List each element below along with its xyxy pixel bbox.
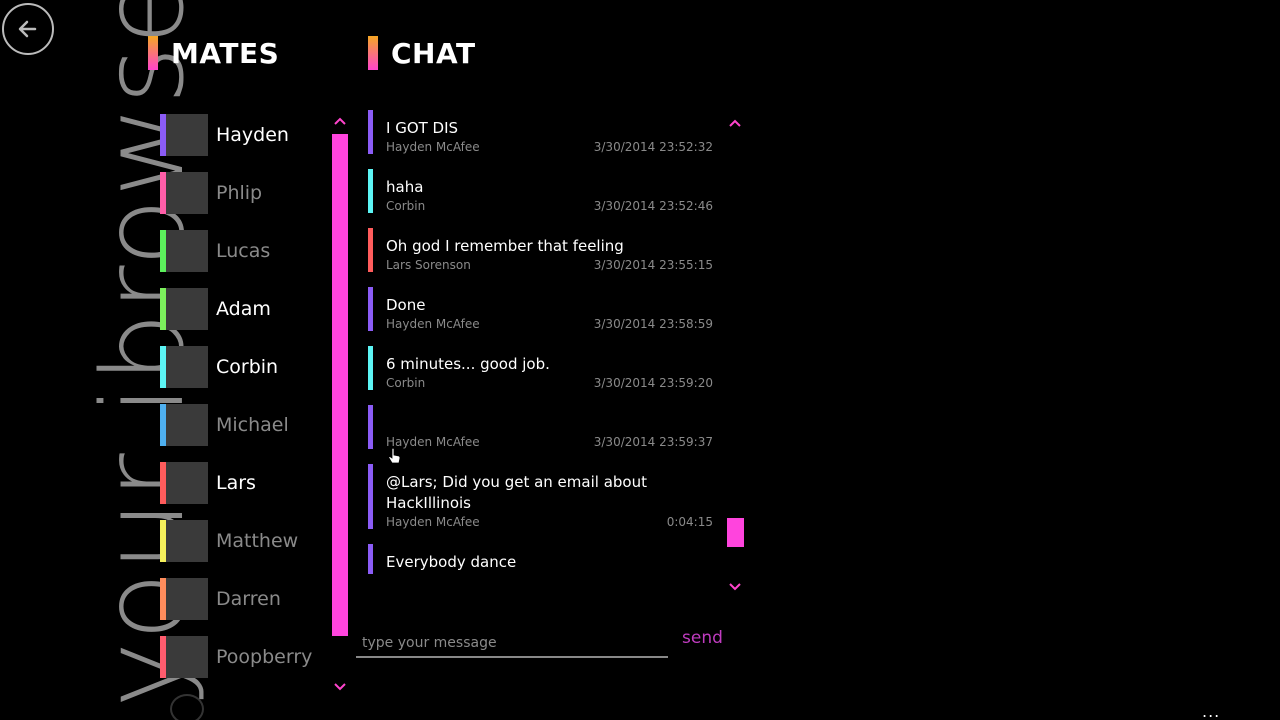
chat-message: Oh god I remember that feeling Lars Soren…: [368, 228, 713, 272]
avatar: [166, 462, 208, 504]
mate-item[interactable]: Lucas: [160, 230, 325, 272]
message-color-strip: [368, 287, 373, 331]
chat-message: Everybody dance: [368, 544, 713, 574]
message-color-strip: [368, 464, 373, 529]
message-color-strip: [368, 346, 373, 390]
message-timestamp: 0:04:15: [666, 515, 713, 529]
avatar: [166, 520, 208, 562]
avatar: [166, 230, 208, 272]
chat-message: haha Corbin 3/30/2014 23:52:46: [368, 169, 713, 213]
mate-name: Lars: [216, 472, 256, 494]
message-input[interactable]: [356, 630, 668, 658]
back-arrow-icon: [18, 20, 37, 38]
mate-item[interactable]: Darren: [160, 578, 325, 620]
mate-item[interactable]: Matthew: [160, 520, 325, 562]
avatar: [166, 636, 208, 678]
more-options-button[interactable]: ...: [1202, 702, 1220, 720]
message-author: Hayden McAfee: [386, 317, 480, 331]
message-text: haha: [386, 178, 424, 196]
mate-item[interactable]: Poopberry: [160, 636, 325, 678]
mate-name: Matthew: [216, 530, 299, 552]
message-timestamp: 3/30/2014 23:52:32: [593, 140, 713, 154]
message-timestamp: 3/30/2014 23:58:59: [593, 317, 713, 331]
message-timestamp: 3/30/2014 23:55:15: [593, 258, 713, 272]
chat-scroll-down-icon[interactable]: [727, 580, 743, 596]
message-timestamp: 3/30/2014 23:59:20: [593, 376, 713, 390]
chat-scroll-up-icon[interactable]: [727, 116, 743, 132]
message-author: Corbin: [386, 376, 426, 390]
message-color-strip: [368, 228, 373, 272]
message-author: Hayden McAfee: [386, 435, 480, 449]
message-color-strip: [368, 544, 373, 574]
mates-scroll-up-icon[interactable]: [332, 114, 348, 130]
mates-heading-label: MATES: [171, 36, 280, 70]
mouse-cursor-icon: [388, 448, 401, 464]
message-color-strip: [368, 405, 373, 449]
mate-name: Adam: [216, 298, 271, 320]
chat-heading-label: CHAT: [391, 36, 476, 70]
mate-item[interactable]: Corbin: [160, 346, 325, 388]
mates-scrollbar-thumb[interactable]: [332, 134, 348, 636]
chat-message: 6 minutes... good job. Corbin 3/30/2014 23…: [368, 346, 713, 390]
message-text: Oh god I remember that feeling: [386, 237, 624, 255]
mate-name: Lucas: [216, 240, 271, 262]
mate-avatar-partial: [170, 694, 204, 720]
mate-name: Poopberry: [216, 646, 313, 668]
mate-name: Michael: [216, 414, 289, 436]
heading-accent-bar: [148, 36, 158, 70]
avatar: [166, 578, 208, 620]
mate-item[interactable]: Lars: [160, 462, 325, 504]
chat-scrollbar-thumb[interactable]: [727, 518, 744, 547]
message-text: @Lars; Did you get an email about HackIl…: [386, 473, 647, 512]
mate-name: Phlip: [216, 182, 263, 204]
chat-message-list: I GOT DIS Hayden McAfee 3/30/2014 23:52:32…: [368, 110, 713, 610]
chat-heading: CHAT: [368, 36, 476, 70]
message-text: 6 minutes... good job.: [386, 355, 550, 373]
message-text: [386, 413, 713, 434]
chat-message: Done Hayden McAfee 3/30/2014 23:58:59: [368, 287, 713, 331]
message-author: Hayden McAfee: [386, 515, 480, 529]
avatar: [166, 346, 208, 388]
mates-list: Hayden Phlip Lucas Adam Corbin Michael Lars Mat…: [160, 114, 325, 694]
send-button[interactable]: send: [682, 628, 723, 648]
mate-item[interactable]: Hayden: [160, 114, 325, 156]
mates-scroll-down-icon[interactable]: [332, 680, 348, 696]
message-color-strip: [368, 169, 373, 213]
avatar: [166, 172, 208, 214]
message-timestamp: 3/30/2014 23:59:37: [593, 435, 713, 449]
avatar: [166, 114, 208, 156]
mate-name: Darren: [216, 588, 281, 610]
message-text: I GOT DIS: [386, 119, 459, 137]
message-text: Everybody dance: [386, 553, 517, 571]
message-text: Done: [386, 296, 426, 314]
mate-item[interactable]: Michael: [160, 404, 325, 446]
message-author: Corbin: [386, 199, 426, 213]
mate-name: Corbin: [216, 356, 279, 378]
avatar: [166, 404, 208, 446]
app-root: your ibrowse MATES CHAT Hayden Phlip Lucas…: [0, 0, 1280, 720]
chat-message: I GOT DIS Hayden McAfee 3/30/2014 23:52:32: [368, 110, 713, 154]
avatar: [166, 288, 208, 330]
message-color-strip: [368, 110, 373, 154]
message-author: Lars Sorenson: [386, 258, 471, 272]
mates-heading: MATES: [148, 36, 279, 70]
mate-name: Hayden: [216, 124, 289, 146]
mate-item[interactable]: Phlip: [160, 172, 325, 214]
message-author: Hayden McAfee: [386, 140, 480, 154]
message-timestamp: 3/30/2014 23:52:46: [593, 199, 713, 213]
back-button[interactable]: [2, 3, 54, 55]
heading-accent-bar: [368, 36, 378, 70]
chat-message: Hayden McAfee 3/30/2014 23:59:37: [368, 405, 713, 449]
mate-item[interactable]: Adam: [160, 288, 325, 330]
chat-message: @Lars; Did you get an email about HackIl…: [368, 464, 713, 529]
